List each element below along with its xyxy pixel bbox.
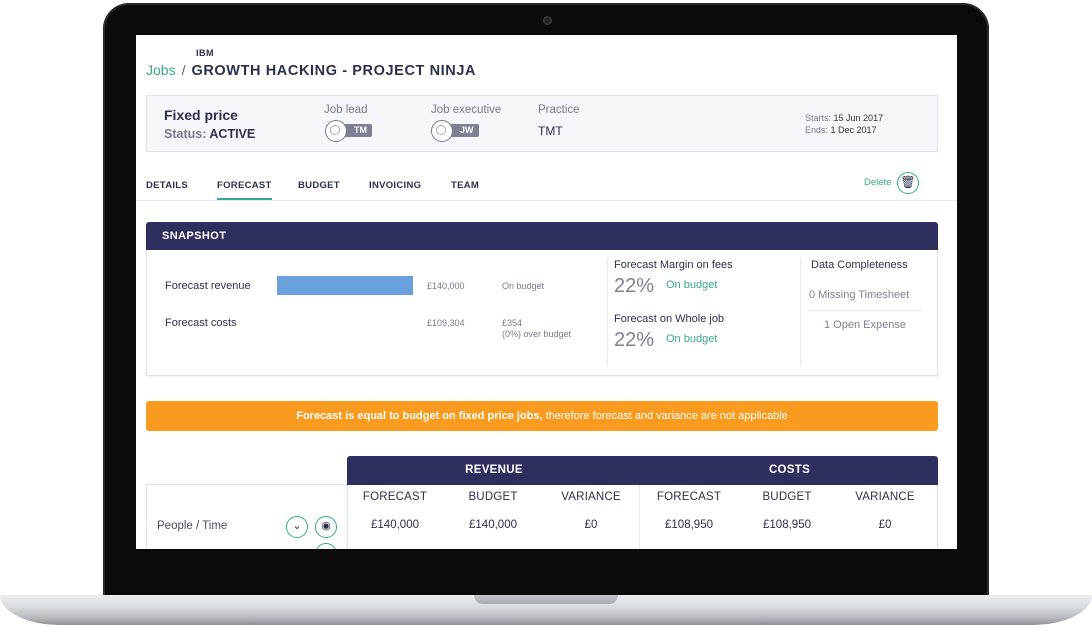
chevron-down-icon: ⌄ bbox=[292, 520, 302, 532]
margin-fees-percent: 22% bbox=[614, 275, 655, 297]
forecast-revenue-value: £140,000 bbox=[427, 281, 465, 291]
breadcrumb: Jobs / GROWTH HACKING - PROJECT NINJA bbox=[146, 62, 476, 79]
client-name: IBM bbox=[196, 48, 214, 58]
forecast-info-banner: Forecast is equal to budget on fixed pri… bbox=[146, 401, 938, 431]
data-completeness-title: Data Completeness bbox=[811, 259, 908, 271]
status-value: ACTIVE bbox=[209, 127, 256, 141]
whole-job-percent: 22% bbox=[614, 329, 655, 351]
table-header: REVENUE COSTS bbox=[347, 456, 938, 485]
app-screen: IBM Jobs / GROWTH HACKING - PROJECT NINJA … bbox=[136, 35, 957, 549]
tabs-divider bbox=[136, 200, 957, 201]
banner-bold-text: Forecast is equal to budget on fixed pri… bbox=[296, 410, 543, 422]
laptop-notch bbox=[474, 595, 618, 604]
tab-forecast[interactable]: FORECAST bbox=[217, 180, 272, 200]
whole-job-status: On budget bbox=[666, 333, 718, 345]
margin-fees-status: On budget bbox=[666, 279, 718, 291]
forecast-revenue-status: On budget bbox=[502, 281, 545, 291]
forecast-revenue-label: Forecast revenue bbox=[165, 280, 251, 292]
forecast-costs-label: Forecast costs bbox=[165, 317, 237, 329]
tab-budget[interactable]: BUDGET bbox=[298, 180, 340, 191]
job-executive-avatar[interactable] bbox=[431, 120, 453, 142]
delete-link[interactable]: Delete bbox=[864, 177, 891, 188]
status-label: Status: bbox=[164, 127, 207, 141]
banner-text: therefore forecast and variance are not … bbox=[542, 410, 788, 422]
job-status: Status: ACTIVE bbox=[164, 127, 255, 141]
ends-label: Ends: bbox=[805, 125, 829, 135]
open-expense-link[interactable]: 1 Open Expense bbox=[824, 319, 906, 331]
delete-button[interactable]: 🗑 bbox=[897, 172, 919, 194]
cell-costs-variance: £0 bbox=[878, 519, 892, 531]
forecast-costs-value: £109,304 bbox=[427, 318, 465, 328]
row-label-people-time: People / Time bbox=[157, 520, 228, 532]
starts-label: Starts: bbox=[805, 113, 832, 123]
snapshot-divider-1 bbox=[607, 258, 608, 366]
ends-value: 1 Dec 2017 bbox=[830, 125, 877, 135]
col-revenue-variance: VARIANCE bbox=[561, 491, 621, 503]
expand-row-button[interactable]: ⌄ bbox=[286, 516, 308, 538]
breadcrumb-jobs-link[interactable]: Jobs bbox=[146, 62, 176, 78]
col-revenue-budget: BUDGET bbox=[468, 491, 518, 503]
missing-timesheet-link[interactable]: 0 Missing Timesheet bbox=[809, 289, 909, 301]
forecast-revenue-bar bbox=[277, 276, 413, 295]
view-row-button[interactable]: ◉ bbox=[315, 516, 337, 538]
cell-revenue-variance: £0 bbox=[584, 519, 598, 531]
eye-icon: ◉ bbox=[321, 520, 331, 532]
revenue-group-header: REVENUE bbox=[465, 464, 523, 476]
camera-icon bbox=[543, 16, 552, 25]
cell-costs-forecast: £108,950 bbox=[665, 519, 713, 531]
practice-value: TMT bbox=[538, 124, 563, 138]
pricing-type: Fixed price bbox=[164, 107, 238, 123]
job-info-bar: Fixed price Status: ACTIVE Job lead TM J… bbox=[146, 95, 938, 152]
tab-team[interactable]: TEAM bbox=[451, 180, 479, 191]
whole-job-label: Forecast on Whole job bbox=[614, 313, 725, 325]
col-revenue-forecast: FORECAST bbox=[362, 491, 428, 503]
cell-revenue-budget: £140,000 bbox=[469, 519, 517, 531]
col-costs-variance: VARIANCE bbox=[855, 491, 915, 503]
job-dates: Starts: 15 Jun 2017 Ends: 1 Dec 2017 bbox=[805, 112, 883, 136]
job-lead-avatar[interactable] bbox=[325, 120, 347, 142]
margin-fees-label: Forecast Margin on fees bbox=[614, 259, 733, 271]
snapshot-divider-2 bbox=[800, 258, 801, 366]
job-lead-label: Job lead bbox=[324, 104, 368, 116]
costs-group-header: COSTS bbox=[768, 464, 811, 476]
col-costs-forecast: FORECAST bbox=[656, 491, 722, 503]
tab-details[interactable]: DETAILS bbox=[146, 180, 188, 191]
col-costs-budget: BUDGET bbox=[762, 491, 812, 503]
snapshot-header: SNAPSHOT bbox=[146, 222, 938, 250]
cell-revenue-forecast: £140,000 bbox=[371, 519, 419, 531]
breadcrumb-separator: / bbox=[181, 62, 186, 78]
cell-costs-budget: £108,950 bbox=[763, 519, 811, 531]
job-executive-label: Job executive bbox=[431, 104, 502, 116]
starts-value: 15 Jun 2017 bbox=[833, 113, 884, 123]
dc-divider bbox=[808, 310, 922, 311]
forecast-costs-over-note: (0%) over budget bbox=[502, 329, 572, 339]
practice-label: Practice bbox=[538, 104, 580, 116]
table-row-labels bbox=[146, 484, 348, 549]
page-title: GROWTH HACKING - PROJECT NINJA bbox=[191, 63, 477, 79]
trash-icon: 🗑 bbox=[900, 175, 916, 189]
tab-invoicing[interactable]: INVOICING bbox=[369, 180, 421, 191]
